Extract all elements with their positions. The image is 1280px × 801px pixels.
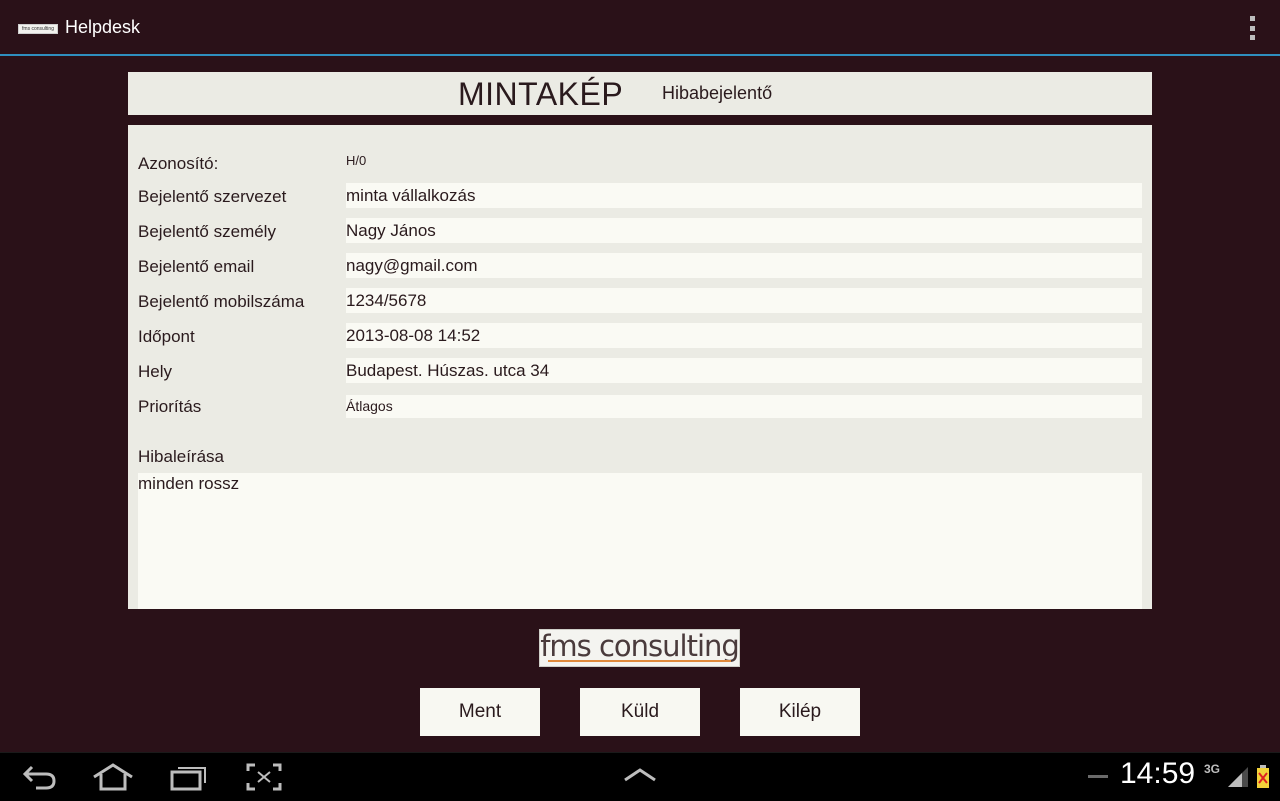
network-type: 3G — [1204, 762, 1221, 776]
mobile-field[interactable]: 1234/5678 — [346, 288, 1142, 313]
battery-icon — [1257, 765, 1269, 788]
location-label: Hely — [138, 362, 173, 381]
brand-title: MINTAKÉP — [458, 76, 624, 112]
overflow-menu-icon[interactable] — [1246, 16, 1258, 40]
app-logo-icon: fms consulting — [18, 24, 58, 34]
app-title: Helpdesk — [65, 17, 141, 37]
system-nav-bar — [0, 752, 1280, 801]
exit-button[interactable]: Kilép — [740, 688, 860, 736]
form-subtitle: Hibabejelentő — [662, 83, 773, 103]
organization-label: Bejelentő szervezet — [138, 187, 287, 206]
person-label: Bejelentő személy — [138, 222, 276, 241]
priority-label: Priorítás — [138, 397, 202, 416]
back-icon[interactable] — [22, 763, 58, 791]
action-bar: fms consulting Helpdesk — [0, 0, 1280, 56]
save-button[interactable]: Ment — [420, 688, 540, 736]
minimize-bar-icon — [1088, 775, 1108, 778]
description-label: Hibaleírása — [138, 447, 224, 466]
priority-select[interactable]: Átlagos — [346, 395, 1142, 418]
screenshot-icon[interactable] — [246, 763, 282, 791]
datetime-field[interactable]: 2013-08-08 14:52 — [346, 323, 1142, 348]
email-field[interactable]: nagy@gmail.com — [346, 253, 1142, 278]
email-label: Bejelentő email — [138, 257, 255, 276]
datetime-label: Időpont — [138, 327, 195, 346]
send-button[interactable]: Küld — [580, 688, 700, 736]
up-arrow-icon[interactable] — [622, 767, 658, 783]
recent-apps-icon[interactable] — [170, 763, 208, 791]
fms-consulting-logo: fms consulting — [539, 629, 740, 667]
home-icon[interactable] — [92, 763, 134, 791]
mobile-label: Bejelentő mobilszáma — [138, 292, 305, 311]
person-field[interactable]: Nagy János — [346, 218, 1142, 243]
id-label: Azonosító: — [138, 154, 219, 173]
logo-text: fms consulting — [540, 629, 740, 663]
signal-icon — [1228, 767, 1248, 787]
organization-field[interactable]: minta vállalkozás — [346, 183, 1142, 208]
logo-underline — [548, 660, 731, 662]
clock: 14:59 — [1120, 757, 1196, 790]
header-panel: MINTAKÉP Hibabejelentő — [128, 72, 1152, 115]
description-textarea[interactable]: minden rossz — [138, 473, 1142, 609]
id-value: H/0 — [346, 153, 367, 168]
ticket-form: Azonosító: H/0 Bejelentő szervezet minta… — [128, 125, 1152, 609]
location-field[interactable]: Budapest. Húszas. utca 34 — [346, 358, 1142, 383]
